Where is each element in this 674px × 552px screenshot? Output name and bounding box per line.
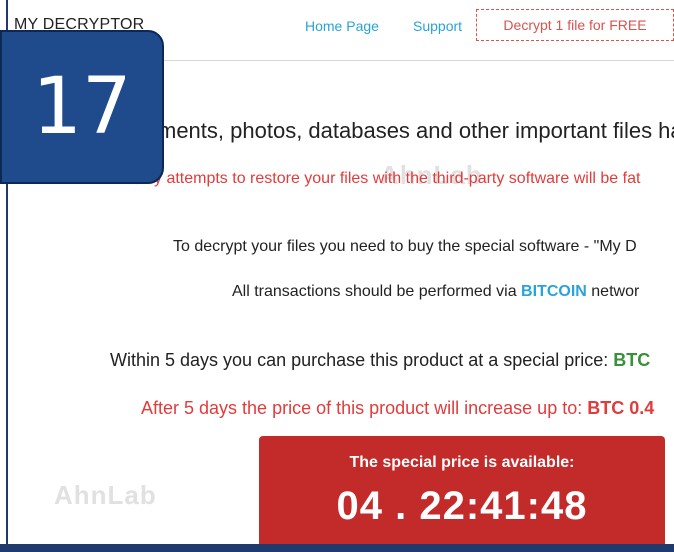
bitcoin-instruction: All transactions should be performed via…: [232, 283, 639, 301]
decrypt-free-button[interactable]: Decrypt 1 file for FREE: [476, 9, 674, 41]
watermark: AhnLab: [54, 480, 157, 510]
special-price-prefix: Within 5 days you can purchase this prod…: [110, 350, 614, 370]
timer-label: The special price is available:: [349, 454, 575, 471]
decrypt-instruction: To decrypt your files you need to buy th…: [173, 238, 637, 255]
headline-text: ments, photos, databases and other impor…: [158, 118, 674, 143]
increased-price-line: After 5 days the price of this product w…: [141, 398, 654, 419]
bitcoin-prefix: All transactions should be performed via: [232, 283, 522, 300]
nav-support-link[interactable]: Support: [413, 18, 462, 34]
slide-number-badge: 17: [0, 30, 164, 184]
special-price-value: BTC: [613, 350, 651, 370]
timer-value: 04 . 22:41:48: [336, 484, 588, 528]
increased-price-prefix: After 5 days the price of this product w…: [141, 398, 588, 418]
increased-price-value: BTC 0.4: [587, 398, 655, 418]
special-price-line: Within 5 days you can purchase this prod…: [110, 350, 650, 371]
bitcoin-suffix: networ: [586, 283, 640, 300]
countdown-timer: The special price is available: 04 . 22:…: [259, 436, 665, 552]
bottom-border: [0, 544, 674, 552]
warning-text: y attempts to restore your files with th…: [154, 170, 641, 187]
nav-home-link[interactable]: Home Page: [305, 18, 379, 34]
bitcoin-word: BITCOIN: [521, 283, 587, 300]
